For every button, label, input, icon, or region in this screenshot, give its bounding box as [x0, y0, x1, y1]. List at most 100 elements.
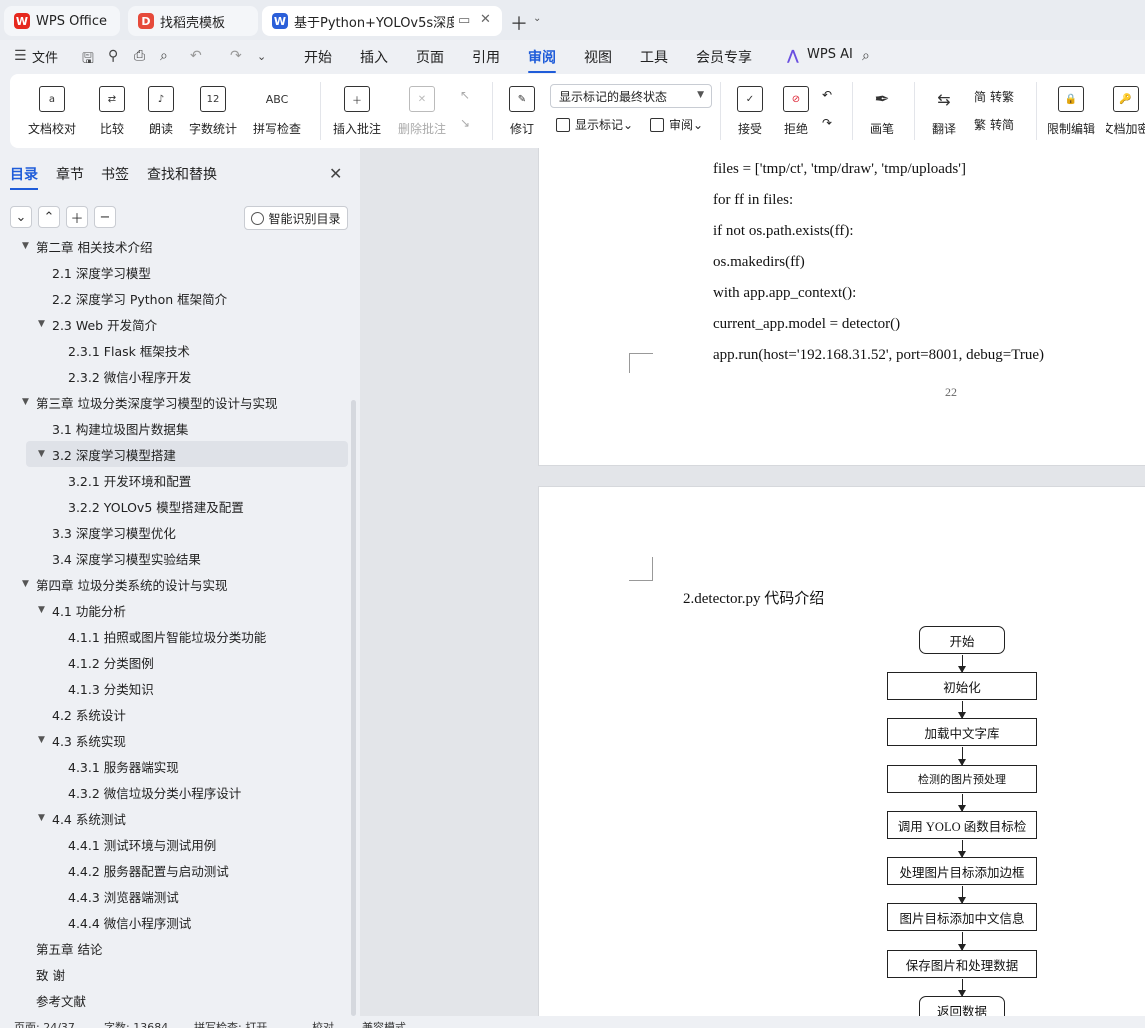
save-icon[interactable]: 🖫	[82, 48, 94, 72]
toc-item[interactable]: 4.1.3 分类知识	[0, 675, 348, 701]
print-preview-icon[interactable]: ⌕	[160, 48, 168, 64]
menu-wps-ai[interactable]: WPS AI	[807, 47, 853, 62]
revise-button[interactable]: ✎ 修订	[502, 74, 542, 148]
accept-button[interactable]: ✓ 接受	[732, 74, 768, 148]
toc-item[interactable]: 4.3.1 服务器端实现	[0, 753, 348, 779]
status-spell-check[interactable]: 拼写检查: 打开	[194, 1019, 267, 1028]
toc-item[interactable]: 参考文献	[0, 987, 348, 1013]
wps-ai-icon[interactable]: ⋀	[787, 48, 799, 64]
toc-item[interactable]: ▼ 4.1 功能分析	[0, 597, 348, 623]
nav-tab-find-replace[interactable]: 查找和替换	[147, 164, 217, 184]
expand-arrow-icon[interactable]: ▼	[38, 319, 45, 329]
window-icon[interactable]: ▭	[458, 13, 470, 28]
to-simplified-button[interactable]: 繁 转简	[974, 116, 1014, 133]
search-icon[interactable]: ⌕	[862, 48, 870, 64]
expand-arrow-icon[interactable]: ▼	[38, 735, 45, 745]
tab-current-document[interactable]: W 基于Python+YOLOv5s深度学 ▭ ✕	[262, 6, 502, 36]
toc-item[interactable]: 致 谢	[0, 961, 348, 987]
toc-item[interactable]: ▼ 3.2 深度学习模型搭建	[26, 441, 348, 467]
pen-button[interactable]: ✒ 画笔	[868, 74, 896, 148]
menu-member[interactable]: 会员专享	[696, 47, 752, 67]
nav-tab-bookmarks[interactable]: 书签	[101, 164, 129, 184]
menu-file[interactable]: 文件	[32, 47, 58, 66]
translate-button[interactable]: ⇆ 翻译	[924, 74, 964, 148]
next-change-icon[interactable]: ↷	[822, 116, 832, 130]
menu-tools[interactable]: 工具	[640, 47, 668, 67]
menu-insert[interactable]: 插入	[360, 47, 388, 67]
toc-item[interactable]: 3.4 深度学习模型实验结果	[0, 545, 348, 571]
toc-item[interactable]: ▼ 第三章 垃圾分类深度学习模型的设计与实现	[0, 389, 348, 415]
toc-item[interactable]: ▼ 第二章 相关技术介绍	[0, 240, 348, 259]
share-icon[interactable]: ⚲	[108, 48, 118, 64]
review-pane-button[interactable]: 审阅 ⌄	[650, 116, 703, 133]
menu-references[interactable]: 引用	[472, 47, 500, 67]
toc-item[interactable]: 4.4.1 测试环境与测试用例	[0, 831, 348, 857]
toc-item[interactable]: 4.4.4 微信小程序测试	[0, 909, 348, 935]
toc-item[interactable]: 4.3.2 微信垃圾分类小程序设计	[0, 779, 348, 805]
spell-check-button[interactable]: ABC 拼写检查	[248, 74, 306, 148]
chevron-down-icon[interactable]: ⌄	[533, 13, 541, 24]
toc-item[interactable]: 4.1.2 分类图例	[0, 649, 348, 675]
toc-item[interactable]: 3.2.1 开发环境和配置	[0, 467, 348, 493]
toc-item[interactable]: 3.2.2 YOLOv5 模型搭建及配置	[0, 493, 348, 519]
reject-button[interactable]: ⊘ 拒绝	[778, 74, 814, 148]
undo-icon[interactable]: ↶	[190, 48, 202, 64]
menu-start[interactable]: 开始	[304, 47, 332, 67]
expand-arrow-icon[interactable]: ▼	[38, 605, 45, 615]
scrollbar[interactable]	[351, 400, 356, 1016]
smart-toc-button[interactable]: 智能识别目录	[244, 206, 348, 230]
toc-item[interactable]: 2.1 深度学习模型	[0, 259, 348, 285]
plus-icon[interactable]: ＋	[66, 206, 88, 228]
minus-icon[interactable]: −	[94, 206, 116, 228]
compare-button[interactable]: ⇄ 比较	[96, 74, 128, 148]
toc-item[interactable]: ▼ 4.4 系统测试	[0, 805, 348, 831]
toc-item[interactable]: 3.1 构建垃圾图片数据集	[0, 415, 348, 441]
nav-tab-toc[interactable]: 目录	[10, 164, 38, 190]
redo-icon[interactable]: ↷	[230, 48, 242, 64]
word-count-button[interactable]: 12 字数统计	[188, 74, 238, 148]
show-markup-button[interactable]: 显示标记 ⌄	[556, 116, 633, 133]
menu-review[interactable]: 审阅	[528, 47, 556, 73]
doc-encrypt-button[interactable]: 🔑 文档加密	[1106, 74, 1145, 148]
expand-arrow-icon[interactable]: ▼	[22, 579, 29, 589]
toc-item[interactable]: 3.3 深度学习模型优化	[0, 519, 348, 545]
expand-arrow-icon[interactable]: ▼	[22, 397, 29, 407]
nav-tab-sections[interactable]: 章节	[56, 164, 84, 184]
toc-item[interactable]: 4.2 系统设计	[0, 701, 348, 727]
expand-arrow-icon[interactable]: ▼	[38, 449, 45, 459]
toc-item[interactable]: 2.2 深度学习 Python 框架简介	[0, 285, 348, 311]
toc-item[interactable]: 第五章 结论	[0, 935, 348, 961]
prev-comment-icon[interactable]: ↖	[460, 88, 470, 102]
markup-state-select[interactable]: 显示标记的最终状态 ▼	[550, 84, 712, 108]
menu-view[interactable]: 视图	[584, 47, 612, 67]
status-page[interactable]: 页面: 24/37	[14, 1019, 75, 1028]
expand-arrow-icon[interactable]: ▼	[38, 813, 45, 823]
status-words[interactable]: 字数: 13684	[104, 1019, 168, 1028]
toc-item[interactable]: ▼ 第四章 垃圾分类系统的设计与实现	[0, 571, 348, 597]
tab-wps-office[interactable]: W WPS Office	[4, 6, 120, 36]
toc-item[interactable]: 2.3.1 Flask 框架技术	[0, 337, 348, 363]
tab-docer-templates[interactable]: D 找稻壳模板	[128, 6, 258, 36]
toc-item[interactable]: ▼ 2.3 Web 开发简介	[0, 311, 348, 337]
doc-proof-button[interactable]: a 文档校对	[26, 74, 78, 148]
read-aloud-button[interactable]: ♪ 朗读	[146, 74, 176, 148]
close-icon[interactable]: ✕	[329, 164, 342, 183]
new-tab-icon[interactable]: ＋	[510, 10, 528, 36]
toc-item[interactable]: 2.3.2 微信小程序开发	[0, 363, 348, 389]
chevron-up-icon[interactable]: ⌃	[38, 206, 60, 228]
prev-change-icon[interactable]: ↶	[822, 88, 832, 102]
to-traditional-button[interactable]: 简 转繁	[974, 88, 1014, 105]
toc-item[interactable]: ▼ 4.3 系统实现	[0, 727, 348, 753]
status-proof[interactable]: 校对	[312, 1019, 334, 1028]
chevron-down-icon[interactable]: ⌄	[10, 206, 32, 228]
expand-arrow-icon[interactable]: ▼	[22, 241, 29, 251]
toc-item[interactable]: 4.1.1 拍照或图片智能垃圾分类功能	[0, 623, 348, 649]
quick-access-more-icon[interactable]: ⌄	[257, 50, 266, 63]
insert-comment-button[interactable]: ＋ 插入批注	[332, 74, 382, 148]
delete-comment-button[interactable]: ✕ 删除批注	[394, 74, 450, 148]
toc-item[interactable]: 4.4.3 浏览器端测试	[0, 883, 348, 909]
hamburger-menu-icon[interactable]: ☰	[14, 48, 27, 64]
next-comment-icon[interactable]: ↘	[460, 116, 470, 130]
restrict-edit-button[interactable]: 🔒 限制编辑	[1046, 74, 1096, 148]
print-icon[interactable]: ⎙	[134, 48, 145, 64]
